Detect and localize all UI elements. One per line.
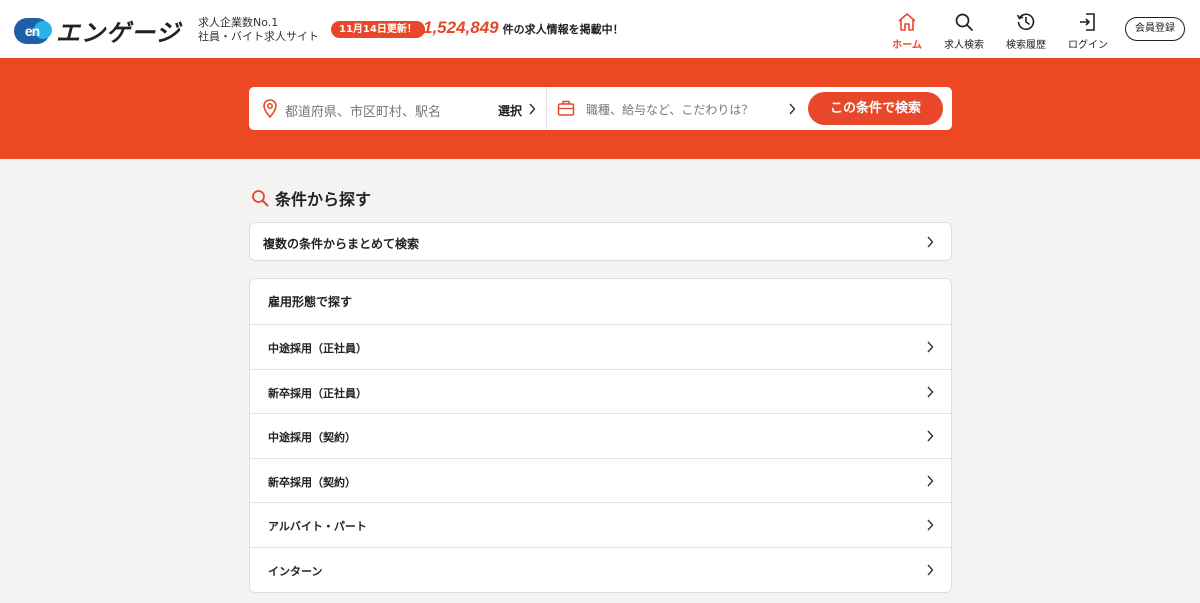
list-item-employment-type[interactable]: 新卒採用（契約）: [250, 459, 951, 504]
search-icon: [252, 190, 269, 207]
home-icon: [898, 13, 916, 31]
briefcase-icon: [557, 100, 575, 116]
employment-type-title: 雇用形態で探す: [250, 279, 951, 325]
list-item-employment-type[interactable]: インターン: [250, 548, 951, 593]
employment-type-card: 雇用形態で探す 中途採用（正社員） 新卒採用（正社員） 中途採用（契約） 新卒採…: [249, 278, 952, 593]
job-count-suffix: 件の求人情報を掲載中！: [502, 23, 624, 36]
chevron-right-icon: [927, 236, 934, 248]
search-submit-button[interactable]: この条件で検索: [808, 92, 943, 125]
job-count-number: 1,524,849: [423, 18, 499, 37]
list-item-employment-type[interactable]: 中途採用（正社員）: [250, 325, 951, 370]
search-icon: [955, 13, 973, 31]
multi-condition-search-link[interactable]: 複数の条件からまとめて検索: [249, 222, 952, 261]
login-icon: [1080, 13, 1095, 31]
job-count: 1,524,849 件の求人情報を掲載中！: [423, 18, 624, 38]
logo-wordmark: エンゲージ: [56, 19, 181, 47]
register-button[interactable]: 会員登録: [1125, 17, 1185, 41]
search-divider: [546, 87, 547, 130]
location-input[interactable]: 都道府県、市区町村、駅名: [285, 101, 441, 120]
search-bar: 都道府県、市区町村、駅名 選択 職種、給与など、こだわりは？ この条件で検索: [249, 87, 952, 130]
search-hero: 都道府県、市区町村、駅名 選択 職種、給与など、こだわりは？ この条件で検索: [0, 58, 1200, 159]
chevron-right-icon: [927, 564, 934, 576]
nav-job-search[interactable]: 求人検索: [934, 12, 994, 51]
update-badge: 11月14日更新！: [331, 21, 425, 38]
nav-home[interactable]: ホーム: [877, 12, 937, 51]
multi-condition-label: 複数の条件からまとめて検索: [263, 237, 420, 251]
tagline: 求人企業数No.1 社員・バイト求人サイト: [198, 16, 319, 43]
chevron-right-icon: [529, 103, 536, 115]
list-item-employment-type[interactable]: 新卒採用（正社員）: [250, 370, 951, 415]
location-pin-icon: [263, 99, 277, 119]
chevron-right-icon: [789, 103, 796, 115]
chevron-right-icon: [927, 519, 934, 531]
list-item-employment-type[interactable]: 中途採用（契約）: [250, 414, 951, 459]
page-title: 条件から探す: [275, 190, 372, 209]
nav-login[interactable]: ログイン: [1058, 12, 1118, 51]
location-select-button[interactable]: 選択: [498, 102, 522, 119]
list-item-employment-type[interactable]: アルバイト・パート: [250, 503, 951, 548]
conditions-heading: 条件から探す: [251, 186, 371, 210]
job-conditions-input[interactable]: 職種、給与など、こだわりは？: [586, 101, 753, 118]
engage-logo[interactable]: en エンゲージ: [14, 13, 181, 48]
en-logo-mark: en: [14, 17, 52, 44]
history-icon: [1016, 13, 1035, 31]
chevron-right-icon: [927, 430, 934, 442]
chevron-right-icon: [927, 341, 934, 353]
chevron-right-icon: [927, 475, 934, 487]
chevron-right-icon: [927, 386, 934, 398]
site-header: en エンゲージ 求人企業数No.1 社員・バイト求人サイト 11月14日更新！…: [0, 0, 1200, 58]
nav-search-history[interactable]: 検索履歴: [996, 12, 1056, 51]
